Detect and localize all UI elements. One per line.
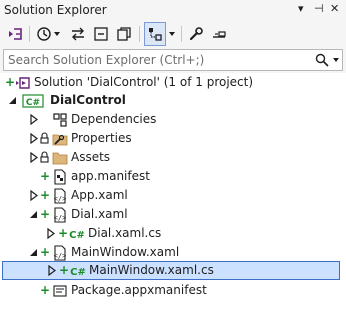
- svg-text:</>: </>: [54, 252, 67, 260]
- checked-in-icon: +: [40, 283, 51, 297]
- checked-in-icon: +: [58, 226, 69, 240]
- tree-item-properties[interactable]: Properties: [0, 129, 346, 148]
- toggle-pane-button[interactable]: [209, 22, 229, 46]
- dependencies-icon: [53, 113, 67, 127]
- pane-toggle-icon: [213, 31, 226, 38]
- close-button[interactable]: ✕: [330, 2, 339, 15]
- show-all-files-icon: [117, 27, 131, 41]
- search-icon[interactable]: [314, 52, 330, 68]
- title-bar: Solution Explorer ▾ ⊣ ✕: [0, 0, 346, 20]
- preview-tree-icon: [149, 28, 162, 41]
- chevron-down-icon: [54, 32, 60, 36]
- tree-item-label: Dial.xaml: [71, 207, 128, 221]
- csharp-project-icon: C#: [22, 94, 44, 108]
- collapsed-arrow-icon[interactable]: [46, 228, 56, 239]
- preview-dropdown[interactable]: [167, 22, 177, 46]
- checked-in-icon: +: [5, 75, 16, 89]
- tree-item-label: Properties: [71, 131, 132, 145]
- xaml-icon: </>: [54, 245, 67, 261]
- tree-item-mainwindow-xaml[interactable]: + </> MainWindow.xaml: [0, 243, 346, 262]
- folder-icon: [52, 152, 68, 165]
- expanded-arrow-icon[interactable]: [8, 95, 18, 106]
- pending-changes-dropdown[interactable]: [52, 22, 62, 46]
- tree-item-assets[interactable]: Assets: [0, 148, 346, 167]
- history-clock-icon: [37, 27, 51, 41]
- sync-with-active-document-button[interactable]: [68, 22, 88, 46]
- toolbar-separator: [29, 26, 30, 42]
- properties-button[interactable]: [186, 22, 206, 46]
- tree-item-label: app.manifest: [71, 169, 150, 183]
- search-box: [3, 49, 343, 71]
- sync-arrows-icon: [72, 27, 84, 41]
- csharp-file-icon: C#: [69, 230, 85, 241]
- toolbar-separator: [139, 26, 140, 42]
- expanded-arrow-icon[interactable]: [29, 247, 39, 258]
- search-input[interactable]: [8, 50, 308, 70]
- tree-item-label: MainWindow.xaml: [71, 245, 180, 259]
- collapsed-arrow-icon[interactable]: [29, 190, 39, 201]
- tree-item-dial-xaml-cs[interactable]: + C# Dial.xaml.cs: [0, 224, 346, 243]
- tree-item-label: Assets: [71, 150, 111, 164]
- svg-text:</>: </>: [54, 214, 67, 222]
- tree-item-package-appxmanifest[interactable]: + Package.appxmanifest: [0, 281, 346, 300]
- tree-item-label: Dependencies: [71, 112, 157, 126]
- tree-item-label: MainWindow.xaml.cs: [89, 263, 214, 277]
- checked-in-icon: +: [40, 188, 51, 202]
- tree-item-app-xaml[interactable]: + </> App.xaml: [0, 186, 346, 205]
- checked-in-icon: +: [40, 207, 51, 221]
- checked-in-icon: +: [59, 263, 70, 277]
- lock-icon: [40, 132, 49, 144]
- tree-item-mainwindow-xaml-cs[interactable]: + C# MainWindow.xaml.cs: [2, 261, 340, 280]
- manifest-icon: [54, 169, 66, 185]
- wrench-icon: [189, 27, 203, 41]
- switch-views-button[interactable]: [5, 22, 25, 46]
- tree-item-label: DialControl: [50, 93, 126, 107]
- collapsed-arrow-icon[interactable]: [29, 114, 39, 125]
- csharp-file-icon: C#: [70, 267, 86, 278]
- toolbar-separator: [181, 26, 182, 42]
- xaml-icon: </>: [54, 207, 67, 223]
- switch-views-icon: [9, 28, 22, 40]
- tree-item-label: Package.appxmanifest: [71, 283, 207, 297]
- package-manifest-icon: [53, 285, 67, 297]
- collapsed-arrow-icon[interactable]: [47, 265, 57, 276]
- collapsed-arrow-icon[interactable]: [29, 152, 39, 163]
- svg-text:C#: C#: [69, 230, 85, 241]
- checked-in-icon: +: [40, 245, 51, 259]
- tree-item-dial-xaml[interactable]: + </> Dial.xaml: [0, 205, 346, 224]
- collapse-all-icon: [94, 27, 108, 41]
- tree-item-project[interactable]: C# DialControl: [0, 91, 346, 110]
- window-title: Solution Explorer: [4, 3, 107, 17]
- window-position-dropdown[interactable]: ▾: [298, 2, 304, 15]
- search-options-dropdown[interactable]: [331, 52, 341, 68]
- solution-tree: + Solution 'DialControl' (1 of 1 project…: [0, 73, 346, 320]
- toolbar: [0, 20, 346, 48]
- tree-item-label: App.xaml: [71, 188, 128, 202]
- tree-item-solution[interactable]: + Solution 'DialControl' (1 of 1 project…: [0, 73, 346, 92]
- tree-item-dependencies[interactable]: Dependencies: [0, 110, 346, 129]
- chevron-down-icon: [169, 32, 175, 36]
- tree-item-app-manifest[interactable]: + app.manifest: [0, 167, 346, 186]
- svg-text:C#: C#: [70, 267, 86, 278]
- properties-folder-icon: [52, 134, 68, 146]
- show-all-files-button[interactable]: [114, 22, 134, 46]
- checked-in-icon: +: [40, 169, 51, 183]
- preview-selected-items-button[interactable]: [144, 22, 166, 46]
- tree-item-label: Dial.xaml.cs: [88, 226, 162, 240]
- lock-icon: [40, 151, 49, 163]
- expanded-arrow-icon[interactable]: [29, 209, 39, 220]
- solution-icon: [16, 77, 30, 89]
- collapsed-arrow-icon[interactable]: [29, 133, 39, 144]
- collapse-all-button[interactable]: [91, 22, 111, 46]
- svg-text:C#: C#: [26, 98, 40, 108]
- svg-text:</>: </>: [54, 195, 67, 203]
- auto-hide-pin-button[interactable]: ⊣: [314, 2, 324, 15]
- pending-changes-filter-button[interactable]: [34, 22, 54, 46]
- xaml-icon: </>: [54, 188, 67, 204]
- tree-item-label: Solution 'DialControl' (1 of 1 project): [34, 75, 254, 89]
